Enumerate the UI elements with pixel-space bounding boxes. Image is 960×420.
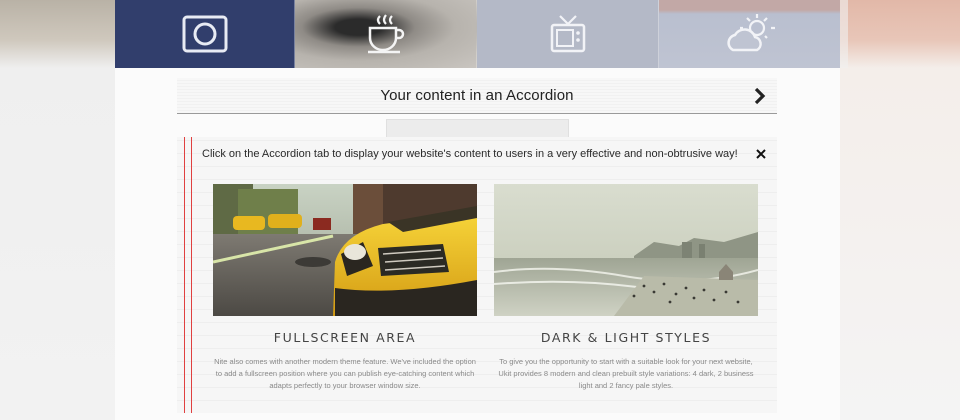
tv-icon [548, 12, 588, 56]
cloud-sun-icon [723, 12, 777, 56]
nav-item-tv[interactable] [477, 0, 659, 68]
column-text-styles: To give you the opportunity to start wit… [498, 357, 754, 390]
close-icon[interactable] [753, 146, 769, 162]
top-icon-nav [115, 0, 840, 68]
background-left-blur [0, 0, 115, 420]
coffee-icon [364, 12, 408, 56]
margin-line-right [191, 137, 192, 413]
accordion-header[interactable]: Your content in an Accordion [177, 78, 777, 114]
nav-item-camera[interactable] [115, 0, 295, 68]
column-title-styles: DARK & LIGHT STYLES [540, 330, 712, 345]
camera-icon [181, 13, 229, 55]
column-text-fullscreen: Nite also comes with another modern them… [214, 357, 476, 390]
chevron-right-icon[interactable] [749, 86, 769, 106]
taxi-street-photo [213, 184, 477, 316]
background-right-blur [840, 0, 960, 420]
accordion-intro-text: Click on the Accordion tab to display yo… [202, 148, 738, 160]
accordion-content: Click on the Accordion tab to display yo… [177, 137, 777, 413]
margin-line-left [184, 137, 185, 413]
nav-item-weather[interactable] [659, 0, 840, 68]
nav-item-coffee[interactable] [295, 0, 477, 68]
beach-photo [494, 184, 758, 316]
column-title-fullscreen: FULLSCREEN AREA [273, 330, 417, 345]
accordion-title: Your content in an Accordion [380, 87, 574, 104]
